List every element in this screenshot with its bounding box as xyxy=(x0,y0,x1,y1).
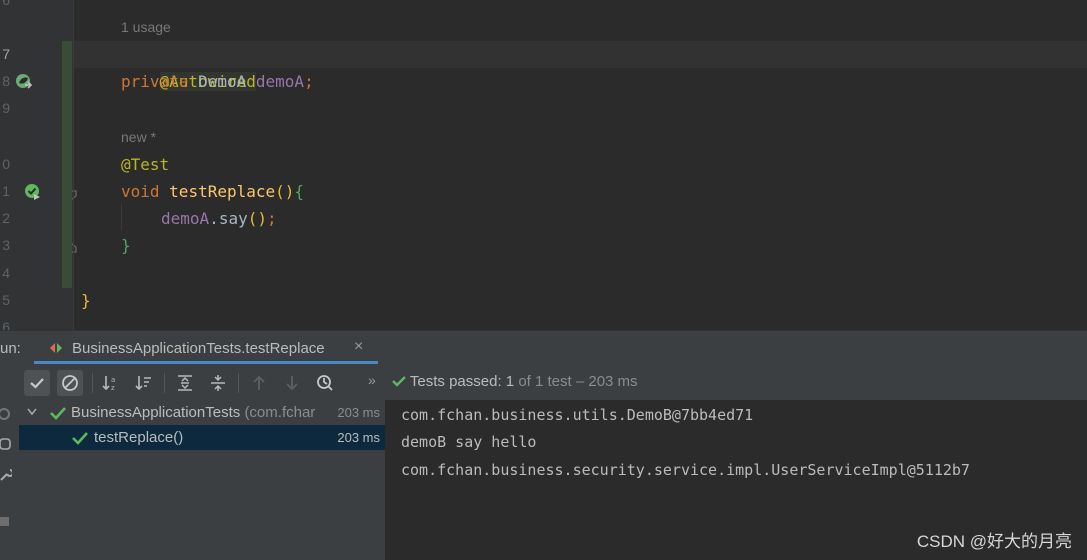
down-arrow-icon xyxy=(286,376,298,391)
code-line[interactable]: private DemoA demoA; xyxy=(121,68,314,95)
test-results-tree[interactable]: BusinessApplicationTests (com.fchar 203 … xyxy=(19,400,386,560)
up-arrow-icon xyxy=(253,375,265,390)
semicolon: ; xyxy=(304,72,314,91)
active-tab-indicator xyxy=(34,361,378,364)
line-number: 3 xyxy=(2,237,10,253)
toolbar-overflow-chevron[interactable]: » xyxy=(368,372,376,388)
code-line[interactable]: } xyxy=(121,232,131,259)
status-count: 1 xyxy=(505,373,515,390)
indent-guide xyxy=(121,204,122,231)
next-failed-button[interactable] xyxy=(279,370,305,396)
code-editor[interactable]: 6 7 8 9 0 1 2 3 4 5 6 1 usage @Autowired… xyxy=(0,0,1087,330)
line-number: 9 xyxy=(2,100,10,116)
annotation: @Test xyxy=(121,155,170,174)
code-line[interactable]: } xyxy=(81,287,91,314)
line-number: 8 xyxy=(2,73,10,89)
vcs-change-marker[interactable] xyxy=(62,41,72,288)
spring-bean-icon[interactable] xyxy=(15,73,33,91)
sort-alphabetically-button[interactable]: az xyxy=(98,370,124,396)
run-tab-label: BusinessApplicationTests.testReplace xyxy=(72,340,325,357)
check-icon xyxy=(50,407,66,420)
test-runner-toolbar: az » Tests passed: 1 of 1 test – 203 ms xyxy=(0,365,1087,400)
line-number: 1 xyxy=(2,183,10,199)
tree-node-label: testReplace() xyxy=(94,429,184,446)
close-brace: } xyxy=(121,236,131,255)
svg-text:a: a xyxy=(111,376,115,384)
code-line[interactable]: void testReplace(){ xyxy=(121,178,304,205)
close-icon[interactable]: × xyxy=(354,338,363,356)
collapse-all-button[interactable] xyxy=(205,370,231,396)
show-passed-button[interactable] xyxy=(24,370,50,396)
open-brace: { xyxy=(294,182,305,201)
line-number: 6 xyxy=(2,0,10,8)
parentheses: () xyxy=(247,209,267,228)
watermark: CSDN @好大的月亮 xyxy=(916,532,1072,551)
sort-alpha-icon: az xyxy=(102,376,115,392)
collapse-all-icon xyxy=(211,375,225,391)
sort-by-duration-button[interactable] xyxy=(131,370,157,396)
show-ignored-button[interactable] xyxy=(57,370,83,396)
run-tool-window-header: un: BusinessApplicationTests.testReplace… xyxy=(0,330,1087,365)
rerun-failed-icon[interactable] xyxy=(0,407,12,426)
status-summary: of 1 test – 203 ms xyxy=(518,373,638,390)
tree-node-root[interactable]: BusinessApplicationTests (com.fchar 203 … xyxy=(19,400,385,425)
type-name: DemoA xyxy=(198,72,247,91)
line-number: 2 xyxy=(2,210,10,226)
semicolon: ; xyxy=(266,209,277,228)
history-icon xyxy=(317,375,333,391)
keyword: private xyxy=(121,72,189,91)
expand-all-button[interactable] xyxy=(172,370,198,396)
duration: 203 ms xyxy=(337,430,380,445)
keyword: void xyxy=(121,182,160,201)
stop-icon[interactable] xyxy=(0,515,12,534)
line-number: 4 xyxy=(2,265,10,281)
code-line[interactable]: @Autowired xyxy=(121,41,256,91)
chevron-down-icon xyxy=(27,408,37,416)
method-call: say xyxy=(218,209,248,228)
toolbar-separator xyxy=(92,373,93,393)
svg-text:z: z xyxy=(111,384,115,392)
debug-icon[interactable] xyxy=(0,437,12,456)
parentheses: () xyxy=(275,182,295,201)
junit-icon xyxy=(49,341,63,355)
line-number: 7 xyxy=(2,46,10,62)
expand-all-icon xyxy=(178,375,192,391)
run-test-icon[interactable] xyxy=(24,183,42,201)
test-status: Tests passed: 1 of 1 test – 203 ms xyxy=(392,373,638,390)
console-output[interactable]: com.fchan.business.utils.DemoB@7bb4ed71 … xyxy=(386,400,1087,560)
field-name: demoA xyxy=(255,72,305,91)
duration: 203 ms xyxy=(334,405,380,420)
sort-duration-icon xyxy=(135,376,151,391)
usage-hint[interactable]: 1 usage xyxy=(121,14,171,41)
test-history-button[interactable] xyxy=(312,370,338,396)
field-ref: demoA xyxy=(161,209,210,228)
status-passed-text: Tests passed: xyxy=(409,373,502,390)
author-hint[interactable]: new * xyxy=(121,124,156,151)
method-name: testReplace xyxy=(169,182,276,201)
previous-failed-button[interactable] xyxy=(246,370,272,396)
toolbar-separator xyxy=(164,373,165,393)
close-brace: } xyxy=(81,291,91,310)
console-line: com.fchan.business.utils.DemoB@7bb4ed71 xyxy=(401,406,754,424)
check-icon xyxy=(72,432,88,445)
toolbar-separator xyxy=(238,373,239,393)
tree-node-test[interactable]: testReplace() 203 ms xyxy=(19,425,385,450)
line-number: 0 xyxy=(2,156,10,172)
wrench-icon[interactable] xyxy=(0,467,14,486)
run-label: un: xyxy=(0,340,21,357)
dot: . xyxy=(209,209,219,228)
check-icon xyxy=(30,378,44,389)
console-line: com.fchan.business.security.service.impl… xyxy=(401,461,970,479)
line-number: 5 xyxy=(2,292,10,308)
line-number: 6 xyxy=(2,319,10,330)
tree-node-label: BusinessApplicationTests (com.fchar xyxy=(71,404,316,421)
gutter-separator xyxy=(73,0,74,330)
code-line[interactable]: demoA.say(); xyxy=(161,205,277,232)
console-line: demoB say hello xyxy=(401,433,537,451)
check-icon xyxy=(392,376,406,387)
ignored-icon xyxy=(62,375,78,391)
code-line[interactable]: @Test xyxy=(121,151,169,178)
